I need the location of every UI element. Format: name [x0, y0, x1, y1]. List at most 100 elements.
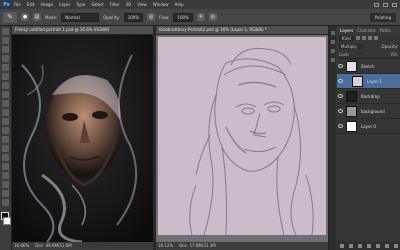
color-panel-icon[interactable] — [331, 58, 335, 62]
layer-name[interactable]: Sketch — [361, 64, 374, 69]
layer-row-layer-0[interactable]: Layer 0 — [337, 119, 400, 134]
flow-field[interactable]: 100% — [173, 12, 193, 22]
layer-name[interactable]: Backdrop — [361, 94, 380, 99]
marquee-tool-icon[interactable] — [2, 37, 9, 44]
layer-row-backdrop[interactable]: Backdrop — [337, 89, 400, 104]
layer-row-sketch[interactable]: Sketch — [337, 59, 400, 74]
link-layers-icon[interactable] — [339, 244, 344, 248]
doc-size-sketch[interactable]: Doc: 17.8M/31.3M — [179, 242, 215, 250]
layer-row-background[interactable]: background — [337, 104, 400, 119]
document-tab-sketch[interactable]: Blubbrattbery Portrait2.psd @ 16% (Layer… — [156, 26, 328, 35]
zoom-level[interactable]: 16.66% — [14, 242, 29, 250]
delete-layer-icon[interactable] — [393, 244, 398, 248]
blur-tool-icon[interactable] — [2, 136, 9, 143]
layer-name[interactable]: Layer 0 — [361, 124, 376, 129]
type-tool-icon[interactable] — [2, 163, 9, 170]
tab-layers[interactable]: Layers — [340, 28, 353, 33]
shape-filter-icon[interactable] — [373, 36, 378, 40]
doc-size[interactable]: Doc: 49.6M/51.6M — [35, 242, 71, 250]
visibility-eye-icon[interactable] — [338, 94, 343, 98]
layer-blend-mode-select[interactable]: Multiply — [339, 43, 363, 49]
brush-size-icon[interactable]: ● — [21, 13, 29, 21]
quick-select-tool-icon[interactable] — [2, 55, 9, 62]
document-window-portrait: Frenzy untitled portrait 1.psd @ 16.6% (… — [12, 26, 153, 250]
eraser-tool-icon[interactable] — [2, 118, 9, 125]
visibility-eye-icon[interactable] — [338, 124, 343, 128]
visibility-eye-icon[interactable] — [338, 79, 343, 83]
tab-channels[interactable]: Channels — [357, 28, 376, 33]
workspace-select[interactable]: Painting — [369, 12, 396, 22]
menu-view[interactable]: View — [137, 2, 147, 7]
pressure-size-icon[interactable]: ◎ — [208, 13, 217, 21]
clone-stamp-tool-icon[interactable] — [2, 100, 9, 107]
shape-tool-icon[interactable] — [2, 181, 9, 188]
mode-select[interactable]: Normal — [61, 12, 100, 22]
layer-style-icon[interactable] — [348, 244, 353, 248]
brush-tool-icon[interactable] — [2, 91, 9, 98]
maximize-icon[interactable] — [383, 2, 388, 7]
menu-image[interactable]: Image — [40, 2, 53, 7]
layer-row-layer-1[interactable]: Layer 1 — [337, 74, 400, 89]
eyedropper-tool-icon[interactable] — [2, 73, 9, 80]
layer-name[interactable]: Layer 1 — [367, 79, 382, 84]
history-panel-icon[interactable] — [331, 31, 335, 35]
tools-panel — [0, 26, 12, 250]
tab-paths[interactable]: Paths — [380, 28, 391, 33]
path-select-tool-icon[interactable] — [2, 172, 9, 179]
menu-3d[interactable]: 3D — [126, 2, 132, 7]
layer-opacity-label: Opacity: — [381, 43, 398, 49]
menu-file[interactable]: File — [14, 2, 21, 7]
document-tab-portrait[interactable]: Frenzy untitled portrait 1.psd @ 16.6% (… — [12, 26, 153, 35]
sketch-canvas[interactable] — [156, 35, 328, 242]
zoom-tool-icon[interactable] — [2, 199, 9, 206]
brush-panel-icon[interactable]: ▤ — [33, 13, 41, 21]
dodge-tool-icon[interactable] — [2, 145, 9, 152]
new-group-icon[interactable] — [375, 244, 380, 248]
lasso-tool-icon[interactable] — [2, 46, 9, 53]
zoom-level-sketch[interactable]: 16.12% — [158, 242, 173, 250]
visibility-eye-icon[interactable] — [338, 64, 343, 68]
brush-presets-panel-icon[interactable] — [331, 49, 335, 53]
layers-panel-footer — [337, 242, 400, 250]
pixel-filter-icon[interactable] — [355, 36, 360, 40]
opacity-field[interactable]: 100% — [123, 12, 144, 22]
visibility-eye-icon[interactable] — [338, 109, 343, 113]
layer-thumbnail — [352, 75, 363, 87]
layer-name[interactable]: background — [361, 109, 385, 114]
adjustment-filter-icon[interactable] — [361, 36, 366, 40]
type-filter-icon[interactable] — [367, 36, 372, 40]
properties-panel-icon[interactable] — [331, 40, 335, 44]
menu-layer[interactable]: Layer — [59, 2, 70, 7]
adjustment-layer-icon[interactable] — [366, 244, 371, 248]
hand-tool-icon[interactable] — [2, 190, 9, 197]
healing-tool-icon[interactable] — [2, 82, 9, 89]
pen-tool-icon[interactable] — [2, 154, 9, 161]
brush-tool-preset-icon[interactable]: ✎ — [3, 11, 17, 23]
layer-kind-filter[interactable]: Kind — [339, 35, 354, 41]
airbrush-icon[interactable]: ✈ — [196, 13, 205, 21]
menu-type[interactable]: Type — [76, 2, 85, 7]
minimize-icon[interactable] — [374, 2, 379, 7]
layer-thumbnail — [346, 90, 357, 102]
crop-tool-icon[interactable] — [2, 64, 9, 71]
history-brush-tool-icon[interactable] — [2, 109, 9, 116]
options-bar: ✎ ● ▤ Mode: Normal Opacity: 100% ◎ Flow:… — [0, 9, 400, 26]
menu-select[interactable]: Select — [91, 2, 103, 7]
layers-panel: Layers Channels Paths Kind Multiply Opac… — [337, 26, 400, 250]
document-status-bar-sketch: 16.12% Doc: 17.8M/31.3M — [156, 242, 328, 250]
menu-edit[interactable]: Edit — [27, 2, 35, 7]
fill-label: Fill: — [391, 51, 398, 57]
layer-mask-icon[interactable] — [357, 244, 362, 248]
background-color-swatch[interactable] — [3, 217, 11, 225]
close-icon[interactable] — [392, 2, 397, 7]
menu-help[interactable]: Help — [174, 2, 183, 7]
menu-window[interactable]: Window — [153, 2, 169, 7]
mode-label: Mode: — [45, 14, 58, 20]
move-tool-icon[interactable] — [2, 28, 9, 35]
gradient-tool-icon[interactable] — [2, 127, 9, 134]
lock-row: Lock: Fill: — [337, 50, 400, 59]
portrait-canvas[interactable] — [12, 35, 153, 242]
pressure-opacity-icon[interactable]: ◎ — [147, 13, 156, 21]
menu-filter[interactable]: Filter — [110, 2, 120, 7]
new-layer-icon[interactable] — [384, 244, 389, 248]
